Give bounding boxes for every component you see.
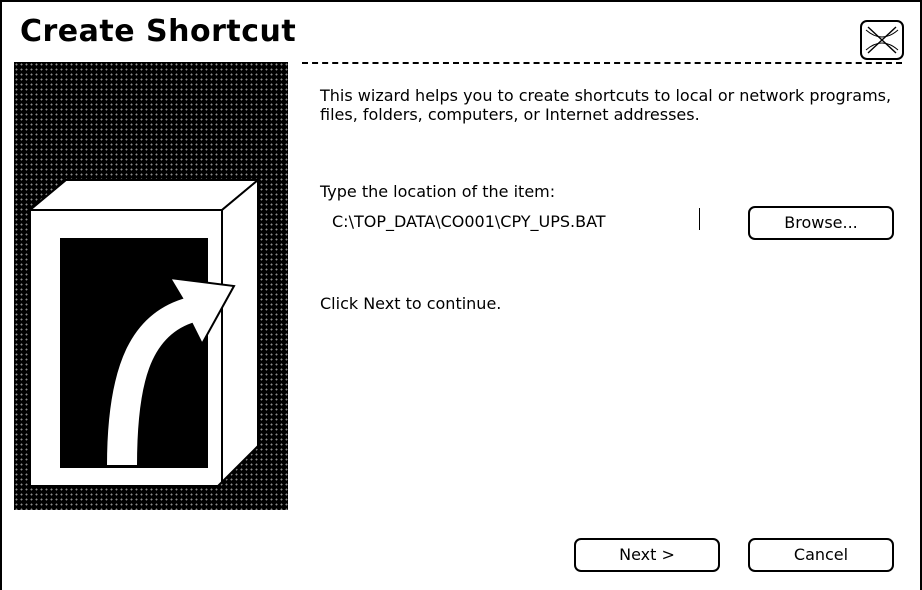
title-divider (302, 62, 902, 64)
location-label: Type the location of the item: (320, 182, 556, 201)
wizard-intro-text: This wizard helps you to create shortcut… (320, 86, 892, 124)
window-title: Create Shortcut (20, 14, 297, 49)
continue-hint: Click Next to continue. (320, 294, 502, 313)
close-icon (865, 26, 899, 54)
wizard-banner (14, 62, 288, 510)
close-button[interactable] (860, 20, 904, 60)
location-input[interactable] (322, 206, 722, 236)
create-shortcut-dialog: Create Shortcut This wizard helps you to… (0, 0, 922, 590)
cancel-button[interactable]: Cancel (748, 538, 894, 572)
next-button[interactable]: Next > (574, 538, 720, 572)
title-bar: Create Shortcut (2, 2, 920, 62)
browse-button[interactable]: Browse... (748, 206, 894, 240)
wizard-content: This wizard helps you to create shortcut… (320, 86, 900, 124)
shortcut-arrow-icon (27, 177, 261, 487)
text-caret (699, 208, 700, 230)
